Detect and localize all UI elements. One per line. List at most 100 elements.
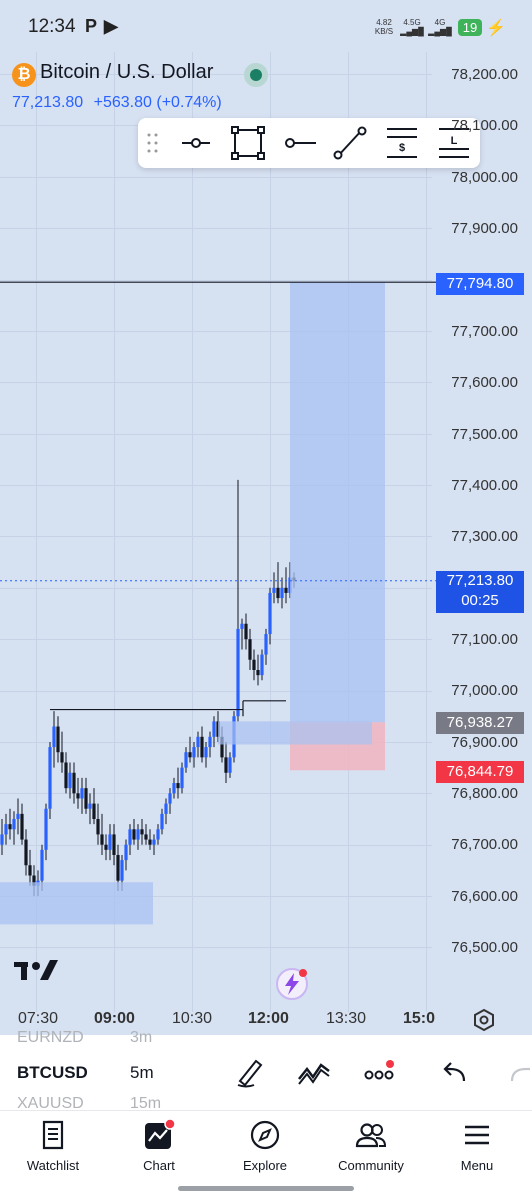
chart-canvas[interactable]: ₿ Bitcoin / U.S. Dollar 77,213.80 +563.8…	[0, 52, 532, 1035]
candle-body	[16, 813, 20, 820]
price-tick: 76,700.00	[451, 836, 518, 853]
candle	[8, 808, 12, 840]
nav-label: Chart	[143, 1158, 175, 1173]
candle-body	[188, 752, 192, 758]
svg-text:$: $	[399, 142, 405, 154]
candle-body	[120, 860, 124, 881]
candle-body	[48, 747, 52, 809]
candle	[72, 762, 76, 804]
indicators-icon[interactable]	[296, 1057, 332, 1089]
more-options-icon[interactable]	[362, 1057, 398, 1089]
candle	[176, 767, 180, 799]
candle-body	[228, 757, 232, 773]
candle	[280, 577, 284, 609]
status-time: 12:34	[28, 16, 76, 37]
candle	[228, 752, 232, 778]
brush-icon[interactable]	[232, 1057, 268, 1089]
trend-line-icon[interactable]	[332, 126, 368, 160]
last-price: 77,213.80	[12, 94, 84, 111]
ray-icon[interactable]	[282, 126, 318, 160]
candle	[252, 649, 256, 681]
candle	[196, 731, 200, 758]
candle-body	[12, 819, 16, 830]
candle	[272, 572, 276, 604]
candle	[124, 839, 128, 871]
candle-body	[0, 834, 4, 845]
price-tick: 78,100.00	[451, 117, 518, 134]
candle	[64, 752, 68, 794]
candle-body	[240, 623, 244, 629]
candle	[192, 741, 196, 768]
candle-body	[272, 587, 276, 593]
horizontal-ray-icon[interactable]	[178, 126, 214, 160]
candle-body	[192, 747, 196, 758]
candle	[140, 819, 144, 845]
nav-watchlist[interactable]: Watchlist	[0, 1111, 106, 1201]
candle-body	[24, 839, 28, 866]
chart-icon	[145, 1118, 176, 1149]
candle-body	[280, 587, 284, 599]
bitcoin-icon: ₿	[12, 63, 36, 87]
candle	[104, 834, 108, 861]
drag-handle-icon[interactable]	[146, 132, 160, 154]
prev-symbol[interactable]: EURNZD	[17, 1029, 84, 1047]
candle-body	[84, 788, 88, 809]
candle-body	[224, 757, 228, 773]
svg-text:L: L	[451, 135, 458, 147]
price-tick: 77,400.00	[451, 477, 518, 494]
nav-menu[interactable]: Menu	[424, 1111, 530, 1201]
candle-body	[124, 844, 128, 861]
candle	[128, 824, 132, 855]
candle-body	[244, 623, 248, 640]
symbol-selector[interactable]: BTCUSD	[17, 1063, 88, 1083]
price-change: +563.80 (+0.74%)	[93, 94, 222, 111]
price-label-icon[interactable]: $	[384, 126, 420, 160]
status-bar: 12:34 P ▶ 4.82 KB/S 4.5G ▂▄▆█ 4G ▂▄▆█ 19 ⚡	[0, 0, 532, 52]
candle-body	[52, 726, 56, 748]
candle-body	[180, 767, 184, 789]
candle-body	[68, 772, 72, 789]
candle-body	[156, 829, 160, 840]
candle-body	[172, 783, 176, 794]
symbol-title[interactable]: Bitcoin / U.S. Dollar	[40, 61, 213, 84]
candle-body	[60, 752, 64, 763]
rectangle-icon[interactable]	[230, 126, 266, 160]
candle	[212, 716, 216, 748]
candle	[268, 587, 272, 645]
candle	[256, 654, 260, 686]
community-icon	[355, 1123, 387, 1148]
candle-body	[108, 834, 112, 850]
candle-body	[196, 736, 200, 748]
price-tick: 77,500.00	[451, 426, 518, 443]
assistant-icon[interactable]	[274, 966, 310, 1002]
candle-body	[144, 834, 148, 840]
candle-body	[8, 824, 12, 830]
candle	[84, 777, 88, 814]
home-indicator[interactable]	[178, 1186, 354, 1191]
time-tick: 10:30	[172, 1010, 213, 1027]
time-tick: 09:00	[94, 1010, 135, 1027]
undo-icon[interactable]	[438, 1057, 474, 1089]
parking-icon: P	[85, 16, 98, 36]
redo-icon[interactable]	[502, 1057, 532, 1089]
drawing-toolbar: $ L	[138, 118, 480, 168]
candle-body	[28, 865, 32, 876]
prev-timeframe[interactable]: 3m	[130, 1029, 152, 1047]
candle	[244, 613, 248, 650]
timeframe-selector[interactable]: 5m	[130, 1063, 154, 1083]
candle-body	[176, 783, 180, 789]
profit-zone	[290, 282, 385, 723]
sim2-signal-icon: 4G ▂▄▆█	[428, 18, 452, 36]
candle-body	[152, 839, 156, 845]
candle	[108, 824, 112, 861]
candle	[60, 731, 64, 773]
candle	[4, 813, 8, 845]
candle	[156, 824, 160, 845]
sim1-signal-icon: 4.5G ▂▄▆█	[400, 18, 424, 36]
charging-icon: ⚡	[486, 20, 506, 37]
candle	[24, 829, 28, 876]
candle	[96, 803, 100, 845]
price-summary: 77,213.80 +563.80 (+0.74%)	[12, 94, 222, 112]
chart-settings-icon[interactable]	[472, 1008, 496, 1032]
candle	[80, 777, 84, 814]
